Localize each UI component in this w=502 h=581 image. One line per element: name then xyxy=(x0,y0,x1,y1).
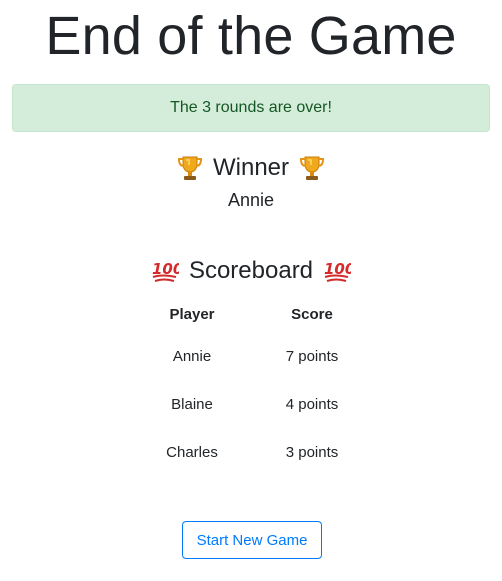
score-cell: 4 points xyxy=(285,395,339,413)
start-new-game-button[interactable]: Start New Game xyxy=(182,521,322,559)
rounds-over-alert: The 3 rounds are over! xyxy=(12,84,490,132)
player-cell: Charles xyxy=(166,443,218,461)
winner-heading: Winner xyxy=(0,153,502,183)
end-of-game-page: End of the Game The 3 rounds are over! W… xyxy=(0,0,502,581)
player-cell: Annie xyxy=(172,347,212,365)
scoreboard-heading: 100 Scoreboard 100 xyxy=(0,256,502,286)
table-row: Blaine 4 points xyxy=(132,380,372,428)
trophy-icon xyxy=(300,156,325,180)
alert-message: The 3 rounds are over! xyxy=(170,99,332,116)
table-header-row: Player Score xyxy=(132,296,372,332)
hundred-points-icon: 100 xyxy=(324,260,351,282)
winner-heading-text: Winner xyxy=(212,154,290,181)
score-cell: 3 points xyxy=(285,443,339,461)
table-row: Charles 3 points xyxy=(132,428,372,476)
column-header-player: Player xyxy=(169,305,215,323)
trophy-icon xyxy=(177,156,202,180)
player-cell: Blaine xyxy=(171,395,213,413)
column-header-score: Score xyxy=(291,305,333,323)
table-row: Annie 7 points xyxy=(132,332,372,380)
scoreboard-heading-text: Scoreboard xyxy=(188,257,314,284)
winner-name: Annie xyxy=(227,190,275,210)
page-title: End of the Game xyxy=(45,6,457,66)
scoreboard-table: Player Score Annie 7 points Blaine 4 poi… xyxy=(132,296,372,476)
score-cell: 7 points xyxy=(285,347,339,365)
hundred-points-icon: 100 xyxy=(152,260,179,282)
